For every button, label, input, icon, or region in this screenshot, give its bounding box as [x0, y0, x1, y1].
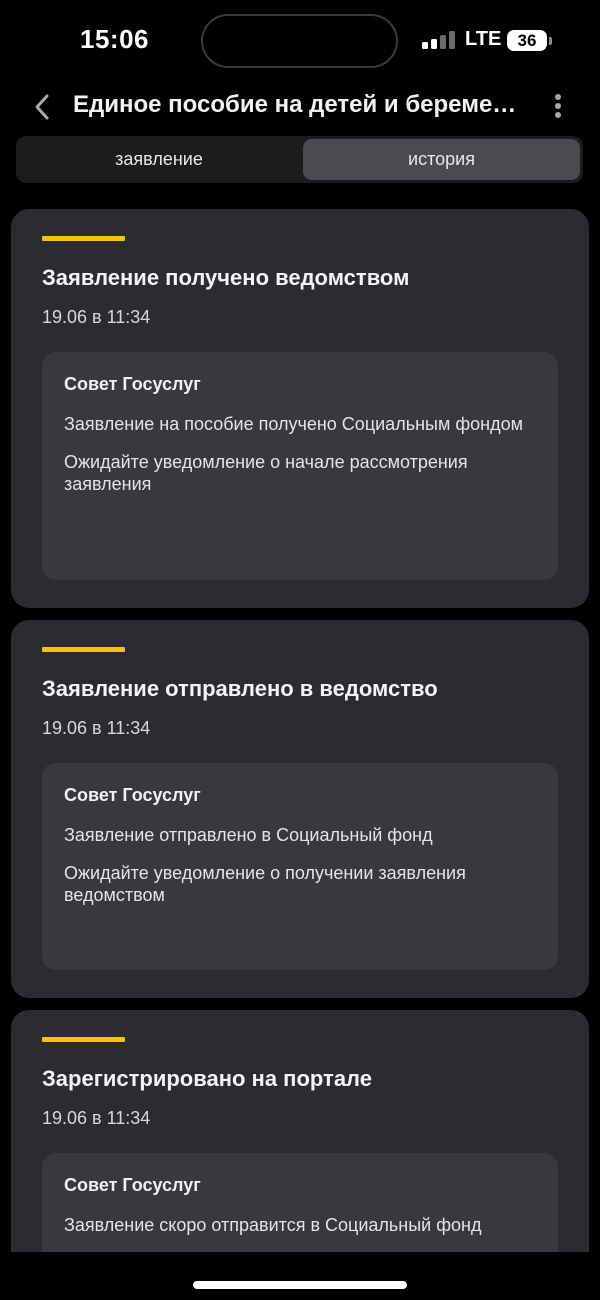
tab-switcher: заявление история: [16, 136, 583, 183]
history-card-date: 19.06 в 11:34: [42, 718, 151, 738]
history-card-date: 19.06 в 11:34: [42, 307, 151, 327]
status-accent-bar: [42, 1037, 125, 1042]
status-accent-bar: [42, 236, 125, 241]
chevron-left-icon[interactable]: [30, 92, 56, 122]
advice-box: Совет Госуслуг Заявление отправлено в Со…: [42, 763, 558, 970]
advice-text: Заявление на пособие получено Социальным…: [64, 414, 523, 434]
battery-tip: [549, 37, 552, 45]
history-card: Заявление получено ведомством 19.06 в 11…: [11, 209, 589, 608]
page-title: Единое пособие на детей и беременным: [73, 91, 523, 118]
bottom-safe-area: [0, 1252, 600, 1300]
battery-icon: 36: [507, 30, 547, 51]
home-indicator[interactable]: [193, 1281, 407, 1289]
advice-title: Совет Госуслуг: [64, 785, 201, 805]
advice-text: Заявление скоро отправится в Социальный …: [64, 1215, 482, 1235]
history-card: Заявление отправлено в ведомство 19.06 в…: [11, 620, 589, 998]
history-card-title: Зарегистрировано на портале: [42, 1066, 372, 1091]
history-card-title: Заявление отправлено в ведомство: [42, 676, 438, 701]
status-time: 15:06: [80, 24, 149, 54]
advice-title: Совет Госуслуг: [64, 374, 201, 394]
status-accent-bar: [42, 647, 125, 652]
advice-text: Ожидайте уведомление о начале рассмотрен…: [64, 452, 468, 494]
advice-title: Совет Госуслуг: [64, 1175, 201, 1195]
history-card: Зарегистрировано на портале 19.06 в 11:3…: [11, 1010, 589, 1270]
tab-history[interactable]: история: [303, 139, 580, 180]
advice-text: Ожидайте уведомление о получении заявлен…: [64, 863, 466, 905]
history-card-date: 19.06 в 11:34: [42, 1108, 151, 1128]
more-vertical-icon[interactable]: [548, 92, 568, 122]
dynamic-island: [201, 14, 398, 68]
tab-application[interactable]: заявление: [19, 139, 299, 180]
history-card-title: Заявление получено ведомством: [42, 265, 410, 290]
advice-box: Совет Госуслуг Заявление на пособие полу…: [42, 352, 558, 580]
advice-text: Заявление отправлено в Социальный фонд: [64, 825, 433, 845]
nav-header: Единое пособие на детей и беременным: [0, 82, 600, 132]
signal-icon: [422, 31, 456, 49]
network-type: LTE: [465, 28, 502, 50]
status-bar: 15:06 LTE 36: [0, 0, 600, 82]
